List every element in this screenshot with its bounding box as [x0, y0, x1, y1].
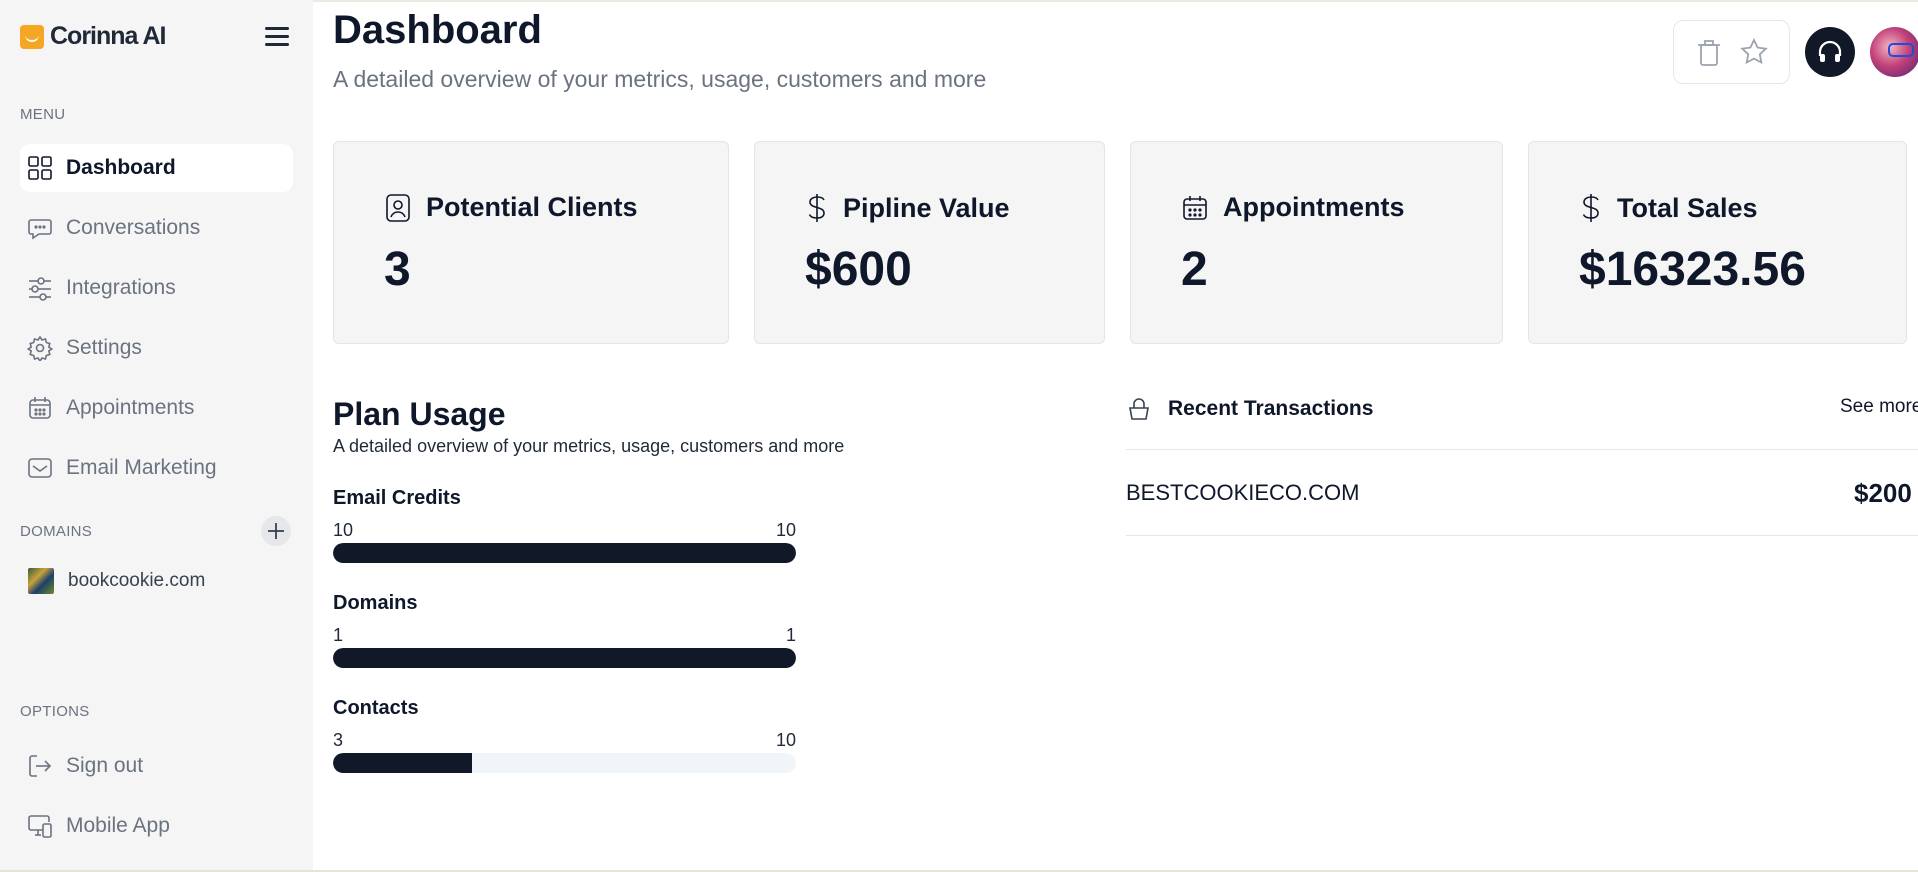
mobile-app-button[interactable]: Mobile App [20, 802, 293, 850]
domain-thumbnail [28, 568, 54, 594]
usage-limit: 10 [775, 730, 796, 750]
options-section-label: OPTIONS [20, 703, 90, 720]
usage-limit: 1 [785, 625, 796, 645]
stat-value: $16323.56 [1579, 243, 1806, 296]
menu-toggle-icon[interactable] [265, 27, 289, 47]
plus-icon [268, 523, 284, 539]
usage-progress-fill [333, 543, 796, 563]
monitor-smartphone-icon [26, 812, 54, 840]
calendar-icon [1183, 195, 1207, 220]
sidebar-item-label: Dashboard [66, 156, 176, 179]
domains-section-label: DOMAINS [20, 523, 93, 540]
recent-transactions-header: Recent Transactions [1126, 396, 1373, 422]
gear-icon [26, 334, 54, 362]
sidebar-item-dashboard[interactable]: Dashboard [20, 144, 293, 192]
sign-out-icon [26, 752, 54, 780]
usage-progress-fill [333, 648, 796, 668]
support-button[interactable] [1805, 27, 1855, 77]
sliders-icon [26, 274, 54, 302]
sidebar: Corinna AI MENU Dashboard Conversations … [0, 0, 313, 872]
stat-card-appointments: Appointments 2 [1130, 141, 1503, 344]
header-actions [1673, 20, 1790, 84]
usage-label: Contacts [333, 697, 419, 719]
transaction-name: BESTCOOKIECO.COM [1126, 480, 1360, 505]
sign-out-label: Sign out [66, 754, 144, 777]
stat-title: Appointments [1223, 192, 1405, 222]
mail-icon [26, 454, 54, 482]
stat-card-pipeline-value: Pipline Value $600 [754, 141, 1105, 344]
sidebar-item-settings[interactable]: Settings [20, 324, 293, 372]
usage-used: 10 [333, 520, 354, 540]
transaction-amount: $200 [1854, 478, 1912, 508]
sidebar-item-label: Settings [66, 336, 142, 359]
see-more-link[interactable]: See more [1840, 396, 1918, 418]
transaction-row[interactable]: BESTCOOKIECO.COM $200 [1126, 478, 1918, 510]
user-avatar[interactable] [1870, 27, 1918, 77]
sidebar-item-conversations[interactable]: Conversations [20, 204, 293, 252]
sidebar-item-label: Appointments [66, 396, 195, 419]
page-subtitle: A detailed overview of your metrics, usa… [333, 66, 987, 92]
stat-title: Total Sales [1617, 192, 1758, 223]
mobile-app-label: Mobile App [66, 814, 170, 837]
stat-value: 2 [1181, 243, 1208, 296]
stat-title: Potential Clients [426, 192, 638, 222]
plan-usage-subtitle: A detailed overview of your metrics, usa… [333, 436, 845, 456]
stat-card-total-sales: Total Sales $16323.56 [1528, 141, 1907, 344]
usage-domains: Domains 1 1 [333, 592, 796, 668]
sidebar-item-label: Email Marketing [66, 456, 217, 479]
chat-bubble-icon [26, 214, 54, 242]
stat-value: $600 [805, 243, 912, 296]
usage-contacts: Contacts 3 10 [333, 697, 796, 773]
plan-usage-title: Plan Usage [333, 396, 506, 432]
sidebar-item-integrations[interactable]: Integrations [20, 264, 293, 312]
usage-progress-track [333, 543, 796, 563]
sidebar-item-appointments[interactable]: Appointments [20, 384, 293, 432]
usage-used: 1 [333, 625, 344, 645]
star-icon[interactable] [1739, 37, 1769, 67]
sign-out-button[interactable]: Sign out [20, 742, 293, 790]
brand[interactable]: Corinna AI [20, 22, 166, 51]
usage-progress-track [333, 753, 796, 773]
sidebar-item-label: Conversations [66, 216, 201, 239]
usage-label: Domains [333, 592, 418, 614]
usage-used: 3 [333, 730, 344, 750]
headphones-icon [1818, 40, 1842, 62]
domain-item[interactable]: bookcookie.com [28, 568, 205, 594]
shopping-bag-icon [1129, 398, 1149, 420]
dashboard-grid-icon [26, 154, 54, 182]
domain-name: bookcookie.com [68, 570, 206, 591]
usage-email-credits: Email Credits 10 10 [333, 487, 796, 563]
contact-icon [386, 193, 410, 222]
usage-progress-fill [333, 753, 472, 773]
recent-transactions-title: Recent Transactions [1168, 397, 1374, 420]
divider [1126, 535, 1918, 536]
divider [1126, 449, 1918, 450]
sidebar-item-email-marketing[interactable]: Email Marketing [20, 444, 293, 492]
menu-section-label: MENU [20, 106, 66, 123]
brand-logo-icon [20, 24, 44, 49]
trash-icon[interactable] [1695, 37, 1723, 67]
dollar-icon [1582, 194, 1599, 222]
dollar-icon [808, 194, 825, 222]
usage-limit: 10 [775, 520, 796, 540]
stat-value: 3 [384, 243, 411, 296]
add-domain-button[interactable] [261, 516, 291, 546]
brand-name: Corinna AI [50, 22, 166, 50]
usage-label: Email Credits [333, 487, 461, 509]
stat-title: Pipline Value [843, 192, 1010, 223]
page-title: Dashboard [333, 8, 542, 52]
calendar-icon [26, 394, 54, 422]
sidebar-item-label: Integrations [66, 276, 176, 299]
usage-progress-track [333, 648, 796, 668]
stat-card-potential-clients: Potential Clients 3 [333, 141, 729, 344]
